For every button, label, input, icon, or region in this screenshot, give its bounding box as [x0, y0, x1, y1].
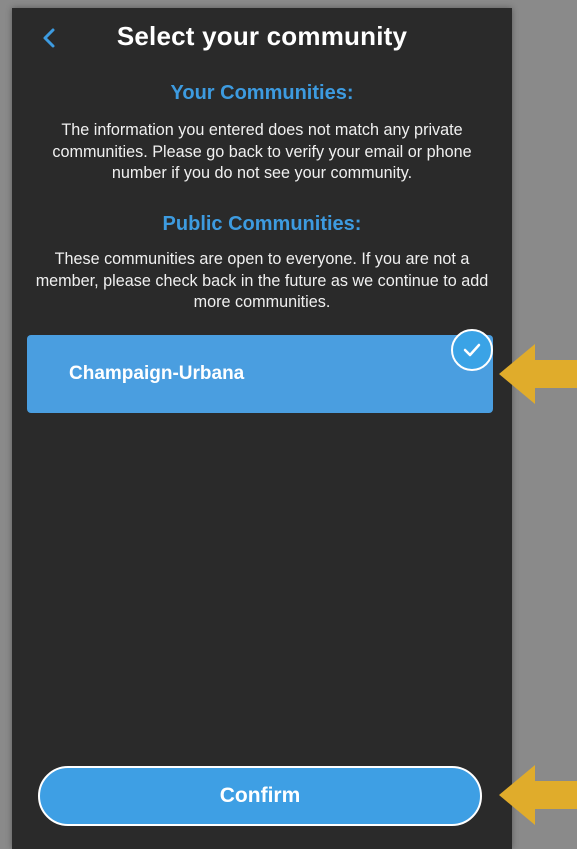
your-communities-text: The information you entered does not mat… — [52, 121, 472, 182]
annotation-arrow-icon — [499, 344, 577, 404]
your-communities-heading: Your Communities: — [170, 82, 354, 104]
checkmark-icon — [463, 343, 481, 357]
public-communities-heading: Public Communities: — [162, 213, 362, 235]
app-screen: Select your community Your Communities: … — [12, 8, 512, 849]
community-name: Champaign-Urbana — [69, 363, 245, 384]
community-item-champaign-urbana[interactable]: Champaign-Urbana — [27, 335, 493, 413]
header: Select your community — [12, 8, 512, 68]
selected-check-badge — [451, 329, 493, 371]
annotation-arrow-icon — [499, 765, 577, 825]
confirm-button[interactable]: Confirm — [38, 766, 482, 826]
page-title: Select your community — [116, 21, 408, 51]
public-communities-text: These communities are open to everyone. … — [35, 250, 489, 311]
